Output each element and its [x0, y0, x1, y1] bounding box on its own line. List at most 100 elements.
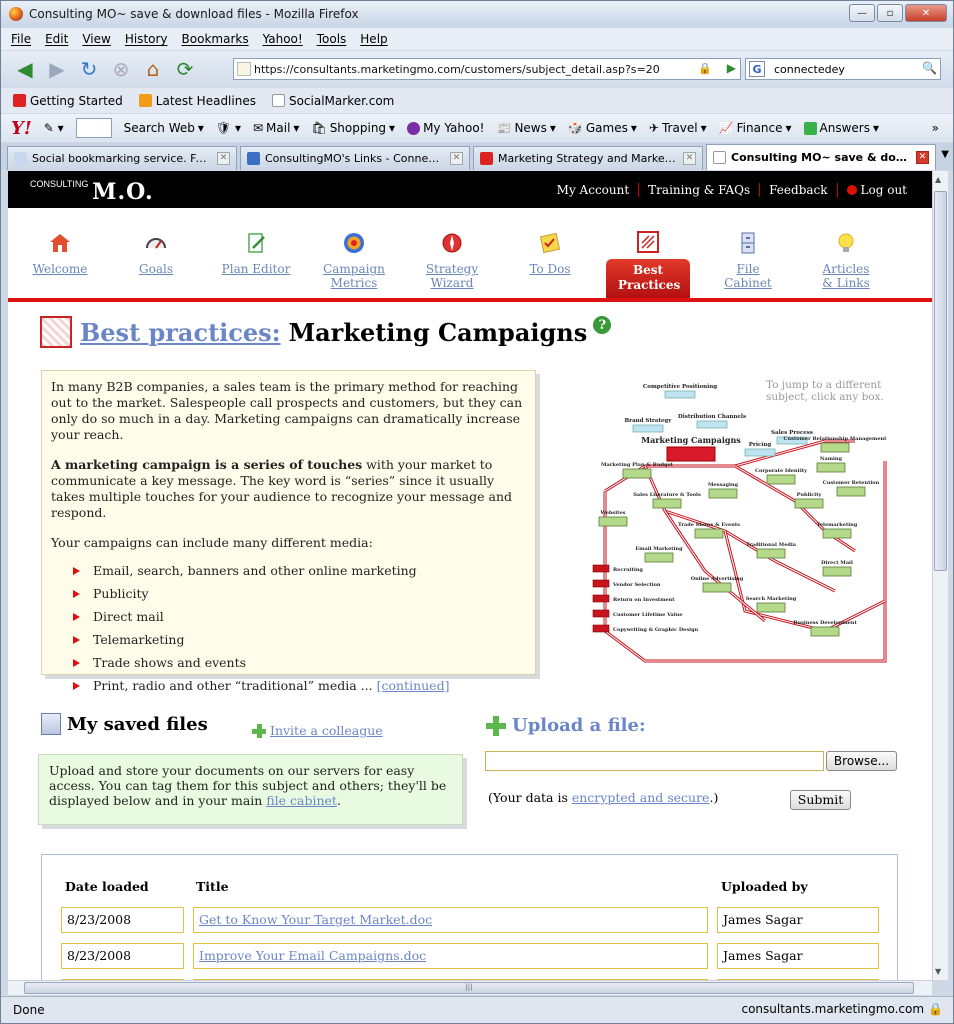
yahoo-games[interactable]: 🎲 Games ▾	[568, 121, 637, 135]
maximize-button[interactable]: ▫	[877, 4, 903, 22]
yahoo-travel[interactable]: ✈ Travel ▾	[649, 121, 707, 135]
vertical-scrollbar[interactable]: ▲ ▼	[932, 171, 948, 980]
menu-tools[interactable]: Tools	[317, 32, 347, 46]
diagram-box-legend-1[interactable]	[592, 579, 610, 588]
tab-social-bookmarking[interactable]: Social bookmarking service. Fast t... ✕	[7, 146, 237, 170]
help-icon[interactable]: ?	[593, 316, 612, 334]
scrollbar-thumb[interactable]	[934, 191, 947, 571]
file-title-link[interactable]: Improve Your Email Campaigns.doc	[193, 943, 708, 969]
nav-file-cabinet[interactable]: File Cabinet	[706, 232, 790, 290]
menu-view[interactable]: View	[82, 32, 110, 46]
menu-help[interactable]: Help	[360, 32, 387, 46]
magnifier-icon[interactable]: 🔍	[922, 61, 937, 75]
sync-icon[interactable]: ⟳	[171, 56, 199, 82]
menu-edit[interactable]: Edit	[45, 32, 68, 46]
browse-button[interactable]: Browse...	[826, 751, 897, 771]
file-cabinet-link[interactable]: file cabinet	[266, 793, 337, 808]
tab-consulting-mo-active[interactable]: Consulting MO~ save & downlo... ✕	[706, 144, 936, 170]
yahoo-news[interactable]: 📰 News ▾	[496, 121, 555, 135]
yahoo-shopping[interactable]: 🛍 Shopping ▾	[311, 121, 395, 135]
scroll-down-arrow-icon[interactable]: ▼	[935, 967, 941, 976]
pencil-icon[interactable]: ✎ ▾	[44, 121, 64, 135]
log-out-link[interactable]: Log out	[838, 183, 916, 197]
diagram-box-1[interactable]	[632, 424, 664, 433]
diagram-box-11[interactable]	[708, 488, 738, 499]
shield-icon[interactable]: 🛡 ▾	[216, 121, 241, 135]
horizontal-scrollbar[interactable]: |||	[8, 980, 932, 995]
yahoo-finance[interactable]: 📈 Finance ▾	[719, 121, 792, 135]
diagram-box-9[interactable]	[836, 486, 866, 497]
training-faqs-link[interactable]: Training & FAQs	[639, 183, 761, 197]
bookmark-latest-headlines[interactable]: Latest Headlines	[138, 94, 256, 108]
forward-arrow-icon[interactable]: ▶	[43, 56, 71, 82]
nav-welcome[interactable]: Welcome	[18, 232, 102, 276]
submit-button[interactable]: Submit	[790, 790, 851, 810]
diagram-box-3[interactable]	[744, 448, 776, 457]
diagram-box-6[interactable]	[622, 468, 652, 479]
tab-consultingmo-links[interactable]: ConsultingMO's Links - Connecte... ✕	[240, 146, 470, 170]
back-arrow-icon[interactable]: ◀	[11, 56, 39, 82]
tab-close-icon[interactable]: ✕	[450, 152, 463, 165]
address-bar[interactable]: https://consultants.marketingmo.com/cust…	[233, 58, 741, 80]
diagram-box-18[interactable]	[822, 566, 852, 577]
nav-plan-editor[interactable]: Plan Editor	[214, 232, 298, 276]
yahoo-logo[interactable]: Y!	[11, 118, 32, 139]
diagram-box-15[interactable]	[822, 528, 852, 539]
diagram-box-legend-2[interactable]	[592, 594, 610, 603]
reload-icon[interactable]: ↻	[75, 56, 103, 82]
home-icon[interactable]: ⌂	[139, 56, 167, 82]
toolbar-overflow-chevron[interactable]: »	[932, 121, 939, 135]
diagram-box-10[interactable]	[652, 498, 682, 509]
file-title-link[interactable]: Get to Know Your Target Market.doc	[193, 907, 708, 933]
diagram-box-center[interactable]	[666, 446, 716, 462]
diagram-box-13[interactable]	[598, 516, 628, 527]
bookmark-socialmarker[interactable]: SocialMarker.com	[271, 94, 394, 108]
menu-history[interactable]: History	[125, 32, 168, 46]
minimize-button[interactable]: —	[849, 4, 875, 22]
close-window-button[interactable]: ✕	[905, 4, 947, 22]
tab-close-icon[interactable]: ✕	[217, 152, 230, 165]
nav-to-dos[interactable]: To Dos	[508, 232, 592, 276]
yahoo-answers[interactable]: Answers ▾	[803, 121, 879, 135]
nav-best-practices[interactable]: Best Practices	[606, 231, 690, 299]
bookmark-getting-started[interactable]: Getting Started	[13, 94, 123, 108]
search-input[interactable]: G connectedey 🔍	[745, 58, 941, 80]
stop-icon[interactable]: ⊗	[107, 56, 135, 82]
nav-strategy-wizard[interactable]: Strategy Wizard	[410, 232, 494, 290]
lock-icon[interactable]: 🔒	[698, 62, 712, 75]
diagram-box-legend-3[interactable]	[592, 609, 610, 618]
horizontal-scrollbar-thumb[interactable]: |||	[24, 982, 914, 994]
nav-goals[interactable]: Goals	[114, 232, 198, 276]
continued-link[interactable]: [continued]	[377, 678, 450, 693]
file-path-input[interactable]	[485, 751, 824, 771]
encrypted-secure-link[interactable]: encrypted and secure	[572, 790, 710, 805]
nav-campaign-metrics[interactable]: Campaign Metrics	[312, 232, 396, 290]
feedback-link[interactable]: Feedback	[760, 183, 838, 197]
yahoo-my-yahoo[interactable]: My Yahoo!	[407, 121, 484, 135]
diagram-box-2[interactable]	[696, 420, 728, 429]
diagram-box-17[interactable]	[756, 548, 786, 559]
diagram-box-19[interactable]	[702, 582, 732, 593]
nav-articles-links[interactable]: Articles & Links	[804, 232, 888, 290]
menu-bookmarks[interactable]: Bookmarks	[182, 32, 249, 46]
tab-list-dropdown-icon[interactable]: ▼	[941, 149, 949, 160]
diagram-box-7[interactable]	[766, 474, 796, 485]
invite-colleague-link[interactable]: Invite a colleague	[252, 723, 383, 738]
yahoo-mail[interactable]: ✉ Mail ▾	[253, 121, 299, 135]
diagram-box-legend-4[interactable]	[592, 624, 610, 633]
tab-close-icon[interactable]: ✕	[916, 151, 929, 164]
site-logo[interactable]: CONSULTING M.O.	[30, 179, 154, 205]
search-web-button[interactable]: Search Web ▾	[124, 121, 204, 135]
tab-marketing-strategy[interactable]: Marketing Strategy and Marketin... ✕	[473, 146, 703, 170]
diagram-box-14[interactable]	[694, 528, 724, 539]
diagram-box-16[interactable]	[644, 552, 674, 563]
yahoo-search-input[interactable]	[75, 118, 112, 138]
diagram-box-legend-0[interactable]	[592, 564, 610, 573]
diagram-box-21[interactable]	[810, 626, 840, 637]
my-account-link[interactable]: My Account	[548, 183, 640, 197]
diagram-box-20[interactable]	[756, 602, 786, 613]
diagram-box-5[interactable]	[820, 442, 850, 453]
tab-close-icon[interactable]: ✕	[683, 152, 696, 165]
menu-yahoo[interactable]: Yahoo!	[263, 32, 303, 46]
diagram-box-8[interactable]	[816, 462, 846, 473]
